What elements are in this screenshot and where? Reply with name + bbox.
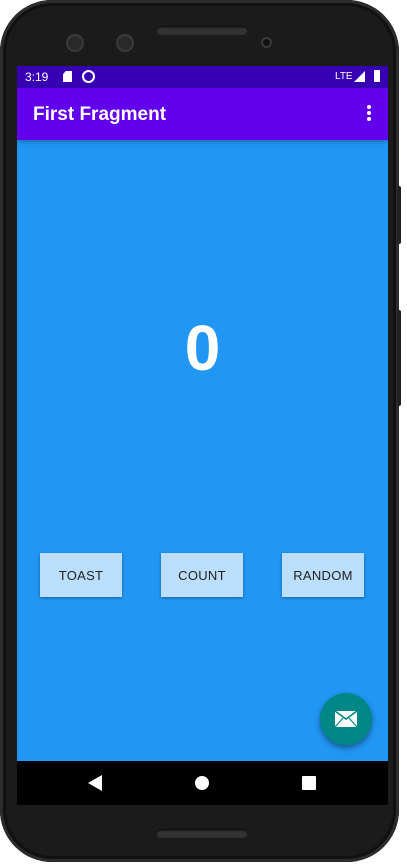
overflow-menu-icon[interactable] [366,105,372,123]
email-icon [334,710,358,728]
network-type: LTE [335,71,353,82]
top-speaker [156,26,248,35]
volume-button [397,310,401,406]
count-text: 0 [184,312,221,384]
recents-icon[interactable] [302,776,316,790]
app-bar: First Fragment [17,88,388,140]
sd-card-icon [63,71,72,82]
status-bar: 3:19 LTE [17,66,388,88]
screen: 3:19 LTE First Fragment 0 TOAST COUNT RA… [17,66,388,805]
home-icon[interactable] [195,776,209,790]
power-button [397,186,401,244]
count-button[interactable]: COUNT [161,553,243,597]
bottom-speaker [156,829,248,838]
status-time: 3:19 [25,70,49,84]
phone-frame: 3:19 LTE First Fragment 0 TOAST COUNT RA… [0,0,401,862]
proximity-sensor [261,37,272,48]
navigation-bar [17,761,388,805]
front-camera-right [116,34,134,52]
email-fab-button[interactable] [320,693,372,745]
battery-icon [374,70,380,82]
app-bar-title: First Fragment [33,104,167,125]
data-saver-icon [82,70,95,83]
front-camera-left [66,34,84,52]
random-button[interactable]: RANDOM [282,553,364,597]
toast-button[interactable]: TOAST [40,553,122,597]
signal-icon [354,71,365,82]
back-icon[interactable] [88,775,102,791]
